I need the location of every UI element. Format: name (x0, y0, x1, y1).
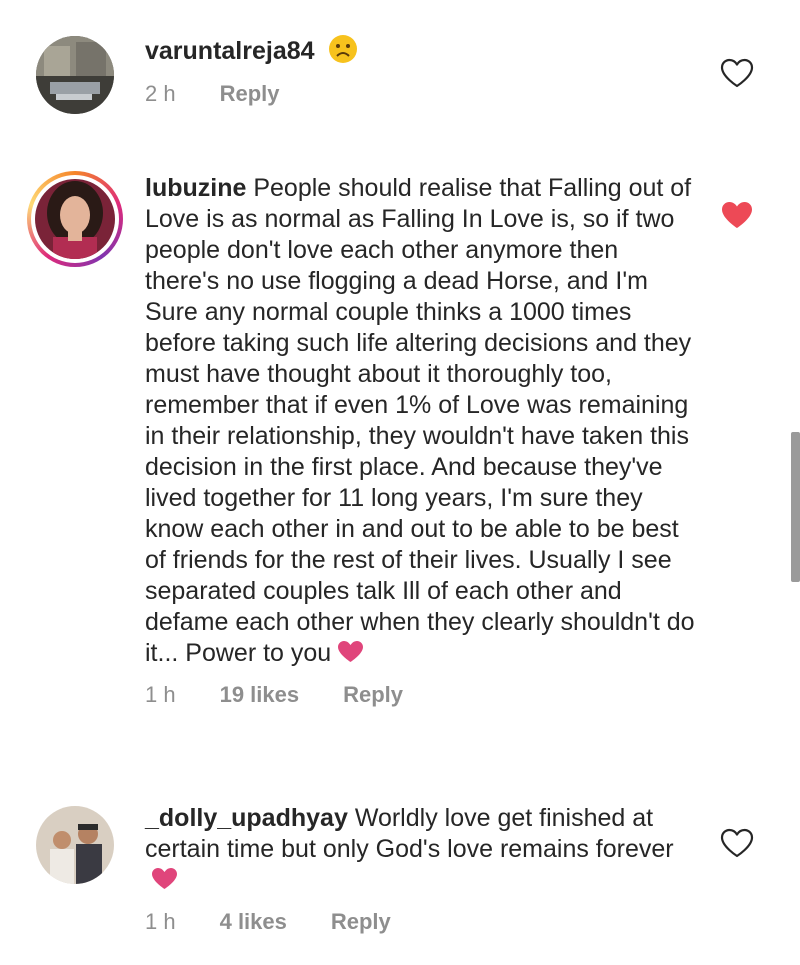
reply-button[interactable]: Reply (331, 909, 391, 935)
like-button[interactable] (720, 58, 754, 88)
comment-text: People should realise that Falling out o… (145, 174, 695, 667)
likes-count[interactable]: 19 likes (220, 682, 300, 708)
scrollbar[interactable] (791, 432, 800, 582)
avatar-story-ring[interactable] (27, 171, 123, 267)
like-button[interactable] (720, 200, 754, 230)
avatar[interactable] (36, 806, 114, 884)
comment-username[interactable]: varuntalreja84 (145, 37, 315, 65)
comment-time: 1 h (145, 682, 176, 707)
sad-face-emoji (328, 34, 358, 64)
reply-button[interactable]: Reply (343, 682, 403, 708)
comment-username[interactable]: lubuzine (145, 174, 246, 202)
comment-content: lubuzine People should realise that Fall… (145, 173, 695, 708)
pink-heart-emoji (337, 640, 364, 663)
comment-content: varuntalreja84 2 h Reply (145, 34, 695, 107)
pink-heart-emoji (151, 867, 178, 890)
likes-count[interactable]: 4 likes (220, 909, 287, 935)
avatar (35, 179, 115, 259)
heart-outline-icon (720, 58, 754, 88)
comment-time: 2 h (145, 81, 176, 106)
heart-filled-icon (722, 202, 752, 228)
heart-outline-icon (720, 828, 754, 858)
avatar[interactable] (36, 36, 114, 114)
reply-button[interactable]: Reply (220, 81, 280, 107)
like-button[interactable] (720, 828, 754, 858)
comment-content: _dolly_upadhyay Worldly love get finishe… (145, 803, 695, 935)
comment-username[interactable]: _dolly_upadhyay (145, 804, 348, 832)
comment-time: 1 h (145, 909, 176, 934)
